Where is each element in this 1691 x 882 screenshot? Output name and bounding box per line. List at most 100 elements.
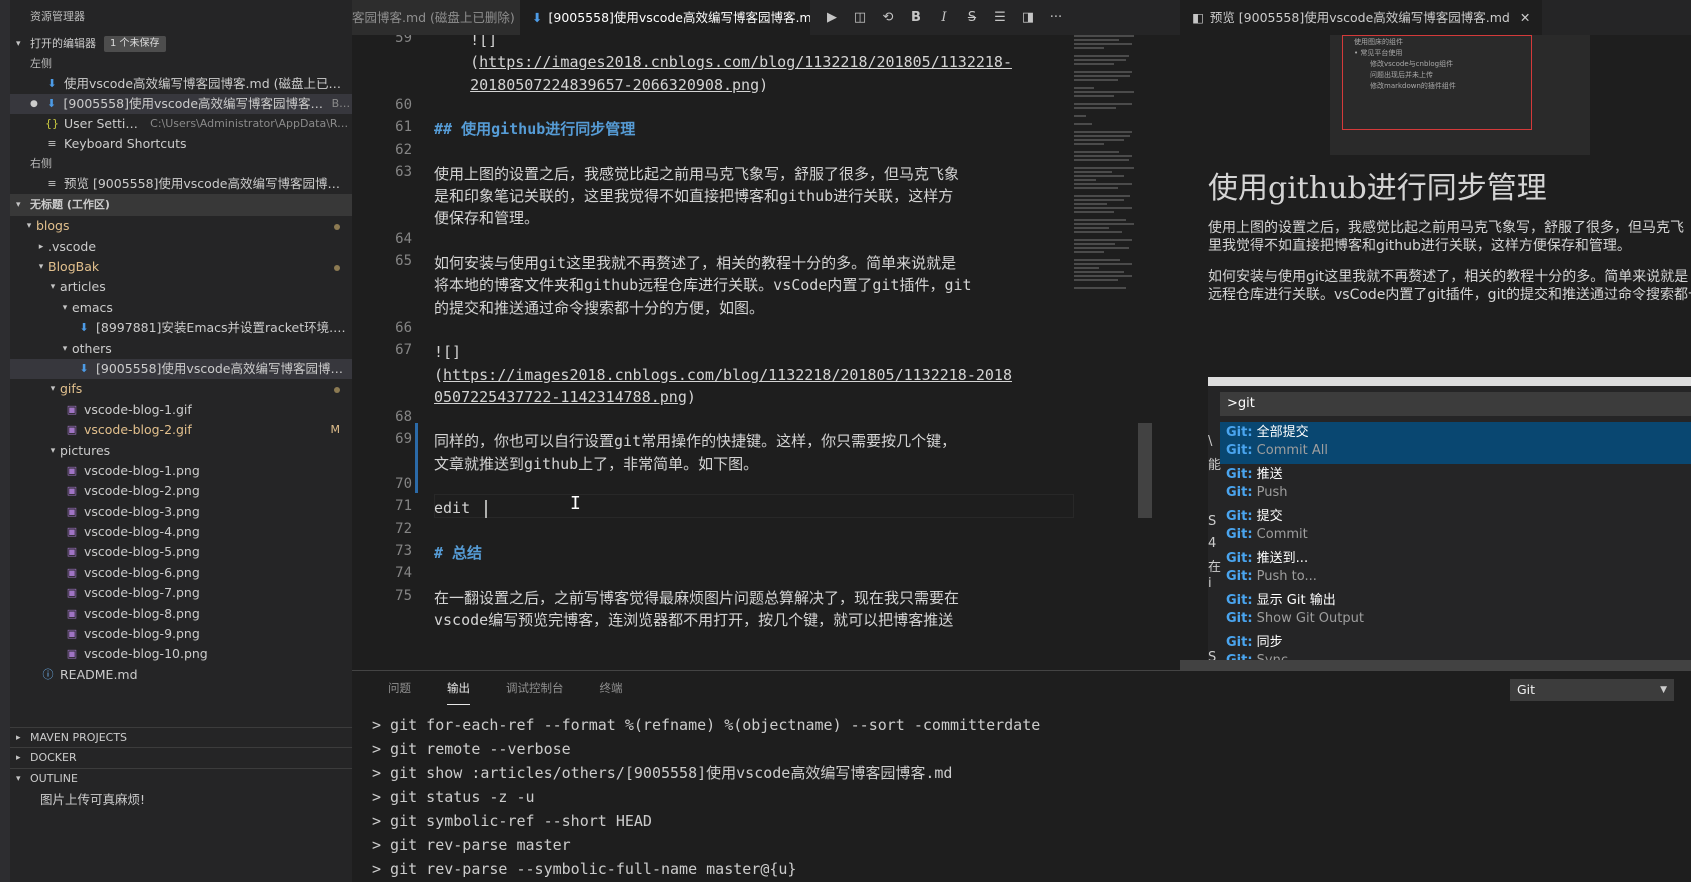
open-editor-item[interactable]: ≡ Keyboard Shortcuts <box>10 134 352 154</box>
file-item[interactable]: ▣ vscode-blog-8.png <box>10 603 352 623</box>
url-link[interactable]: 20180507224839657-2066320908.png <box>470 76 759 94</box>
url-link[interactable]: https://images2018.cnblogs.com/blog/1132… <box>443 366 1012 384</box>
chevron-right-icon: ▸ <box>38 241 44 252</box>
file-item[interactable]: ▣ vscode-blog-9.png <box>10 624 352 644</box>
editor-scrollbar[interactable] <box>1138 35 1152 670</box>
file-item[interactable]: ▣ vscode-blog-1.png <box>10 461 352 481</box>
folder-item[interactable]: ▾ emacs <box>10 298 352 318</box>
folder-item[interactable]: ▾ others <box>10 338 352 358</box>
preview-image-thumbnail: 使用图床的组件 • 常见平台使用 修改vscode与cnblog组件 问题出现后并… <box>1330 35 1590 155</box>
folder-item[interactable]: ▾ BlogBak <box>10 257 352 277</box>
run-icon[interactable]: ▶ <box>818 0 846 35</box>
file-item[interactable]: ▣ vscode-blog-2.png <box>10 481 352 501</box>
tab-active-markdown[interactable]: ⬇ [9005558]使用vscode高效编写博客园博客.md <box>520 0 810 35</box>
line-number: 71 <box>395 498 412 515</box>
tab-deleted-file[interactable]: 客园博客.md (磁盘上已删除) <box>352 0 520 35</box>
panel-tab[interactable]: 问题 <box>388 671 411 705</box>
minimap-line <box>1074 175 1124 177</box>
minimap-line <box>1074 59 1126 61</box>
folder-item[interactable]: ▾ articles <box>10 277 352 297</box>
split-preview-icon[interactable]: ◫ <box>846 0 874 35</box>
line-number: 60 <box>395 96 412 113</box>
maven-projects-section[interactable]: ▸ MAVEN PROJECTS <box>10 727 352 747</box>
code-line[interactable]: 使用上图的设置之后，我感觉比起之前用马克飞象写，舒服了很多，但马克飞象 <box>434 162 959 186</box>
panel-tab[interactable]: 终端 <box>600 671 623 705</box>
scrollbar-thumb[interactable] <box>1138 423 1152 518</box>
code-line[interactable]: 的提交和推送通过命令搜索都十分的方便，如图。 <box>434 296 764 320</box>
output-log[interactable]: > git for-each-ref --format %(refname) %… <box>372 713 1040 881</box>
code-line[interactable]: ![] <box>434 340 461 364</box>
file-item[interactable]: ▣ vscode-blog-4.png <box>10 522 352 542</box>
outline-item[interactable]: 图片上传可真麻烦! <box>10 789 352 811</box>
preview-horizontal-scrollbar[interactable] <box>1180 660 1691 670</box>
code-line[interactable]: 将本地的博客文件夹和github远程仓库进行关联。vsCode内置了git插件，… <box>434 273 972 297</box>
code-line[interactable]: edit <box>434 496 488 520</box>
sync-icon[interactable]: ⟲ <box>874 0 902 35</box>
docker-section[interactable]: ▸ DOCKER <box>10 747 352 768</box>
code-line[interactable]: 如何安装与使用git这里我就不再赘述了，相关的教程十分的多。简单来说就是 <box>434 251 956 275</box>
bold-icon[interactable]: B <box>902 0 930 35</box>
close-icon[interactable]: ✕ <box>1520 10 1530 25</box>
file-item[interactable]: ▣ vscode-blog-10.png <box>10 644 352 664</box>
scrollbar-thumb[interactable] <box>1180 660 1691 670</box>
file-item[interactable]: ▣ vscode-blog-5.png <box>10 542 352 562</box>
outline-section[interactable]: ▾ OUTLINE <box>10 768 352 789</box>
chevron-down-icon: ▾ <box>62 343 68 354</box>
code-line[interactable]: vscode编写预览完博客，连浏览器都不用打开，按几个键，就可以把博客推送 <box>434 608 953 632</box>
file-item[interactable]: ▣ vscode-blog-2.gif M <box>10 420 352 440</box>
open-editors-header[interactable]: ▾ 打开的编辑器 1 个未保存 <box>10 34 352 54</box>
list-icon[interactable]: ☰ <box>986 0 1014 35</box>
file-item[interactable]: ▣ vscode-blog-7.png <box>10 583 352 603</box>
markdown-preview[interactable]: 使用图床的组件 • 常见平台使用 修改vscode与cnblog组件 问题出现后并… <box>1180 35 1691 670</box>
panel-tab[interactable]: 调试控制台 <box>506 671 564 705</box>
minimap-line <box>1074 239 1132 241</box>
minimap-line <box>1074 135 1130 137</box>
code-line[interactable]: 是和印象笔记关联的，这里我觉得不如直接把博客和github进行关联，这样方 <box>434 184 953 208</box>
open-editor-item[interactable]: ⬇ 使用vscode高效编写博客园博客.md (磁盘上已删... <box>10 74 352 94</box>
code-line[interactable]: 0507225437722-1142314788.png) <box>434 385 696 409</box>
code-line[interactable]: 20180507224839657-2066320908.png) <box>434 73 768 97</box>
workspace-header[interactable]: ▾ 无标题 (工作区) <box>10 194 352 216</box>
tab-preview[interactable]: ◧ 预览 [9005558]使用vscode高效编写博客园博客.md ✕ <box>1180 0 1543 35</box>
open-editor-path: C:\Users\Administrator\AppData\Roa... <box>150 117 352 130</box>
palette-item-title: Git: 显示 Git 输出 <box>1226 590 1691 610</box>
minimap[interactable] <box>1074 35 1136 295</box>
code-line[interactable]: 便保存和管理。 <box>434 206 539 230</box>
split-editor-icon[interactable]: ◨ <box>1014 0 1042 35</box>
code-line[interactable]: (https://images2018.cnblogs.com/blog/113… <box>434 50 1012 74</box>
strikethrough-icon[interactable]: S <box>958 0 986 35</box>
code-line[interactable]: 同样的，你也可以自行设置git常用操作的快捷键。这样，你只需要按几个键， <box>434 429 956 453</box>
tree-item-label: vscode-blog-1.gif <box>84 401 192 417</box>
panel-tab[interactable]: 输出 <box>447 671 470 705</box>
more-icon[interactable]: ··· <box>1042 0 1070 35</box>
folder-item[interactable]: ▾ gifs <box>10 379 352 399</box>
image-file-icon: ▣ <box>66 402 78 416</box>
file-item[interactable]: ▣ vscode-blog-1.gif <box>10 400 352 420</box>
code-line[interactable]: ## 使用github进行同步管理 <box>434 117 635 141</box>
code-line[interactable]: 文章就推送到github上了，非常简单。如下图。 <box>434 452 758 476</box>
file-item[interactable]: ▣ vscode-blog-6.png <box>10 563 352 583</box>
open-editor-item[interactable]: ≡ 预览 [9005558]使用vscode高效编写博客园博客.... <box>10 174 352 194</box>
code-line[interactable]: # 总结 <box>434 541 482 565</box>
code-line[interactable]: (https://images2018.cnblogs.com/blog/113… <box>434 363 1012 387</box>
code-line[interactable]: 在一翻设置之后，之前写博客觉得最麻烦图片问题总算解决了，现在我只需要在 <box>434 586 959 610</box>
output-line: > git show :articles/others/[9005558]使用v… <box>372 764 953 782</box>
file-item[interactable]: ⬇ [8997881]安装Emacs并设置racket环境.md <box>10 318 352 338</box>
markdown-icon: ⬇ <box>47 77 57 90</box>
italic-icon[interactable]: I <box>930 0 958 35</box>
url-link[interactable]: https://images2018.cnblogs.com/blog/1132… <box>479 53 1012 71</box>
open-editor-item[interactable]: ● ⬇ [9005558]使用vscode高效编写博客园博客.md Bl... <box>10 94 352 114</box>
tree-item-label: vscode-blog-2.gif <box>84 422 192 438</box>
file-item[interactable]: ⬇ [9005558]使用vscode高效编写博客园博客.m... <box>10 358 352 380</box>
output-channel-select[interactable]: Git ▼ <box>1510 679 1674 701</box>
file-item[interactable]: ⓘ README.md <box>10 665 352 685</box>
folder-item[interactable]: ▾ pictures <box>10 440 352 460</box>
folder-item[interactable]: ▸ .vscode <box>10 236 352 256</box>
folder-item[interactable]: ▾ blogs <box>10 216 352 236</box>
markdown-editor[interactable]: 59 60 61 62 63 64 65 66 67 68 69 70 71 72 73 74 75 ![] (… <box>352 35 1180 670</box>
file-item[interactable]: ▣ vscode-blog-3.png <box>10 501 352 521</box>
git-prefix: Git: <box>1226 467 1253 482</box>
url-link[interactable]: 0507225437722-1142314788.png <box>434 388 687 406</box>
minimap-line <box>1074 231 1122 233</box>
open-editor-item[interactable]: {} User Settings C:\Users\Administrator\Ap… <box>10 114 352 134</box>
